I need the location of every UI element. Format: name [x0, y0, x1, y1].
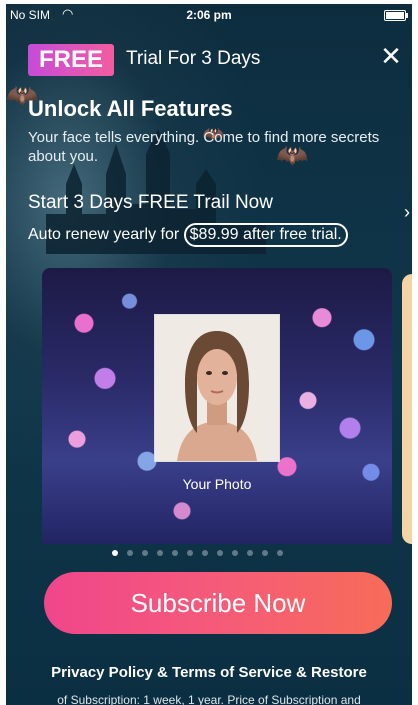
- policy-links[interactable]: Privacy Policy & Terms of Service & Rest…: [6, 664, 412, 681]
- page-dot[interactable]: [127, 550, 133, 556]
- trial-duration-text: Trial For 3 Days: [126, 48, 261, 69]
- close-button[interactable]: ✕: [378, 41, 404, 71]
- subscribe-button[interactable]: Subscribe Now: [44, 572, 392, 634]
- sample-photo: [154, 314, 280, 462]
- page-dot[interactable]: [112, 550, 118, 556]
- renew-text: Auto renew yearly for $89.99 after free …: [28, 223, 348, 247]
- status-bar: No SIM ◠ 2:06 pm: [6, 4, 412, 26]
- page-dot[interactable]: [262, 550, 268, 556]
- page-dot[interactable]: [232, 550, 238, 556]
- status-time: 2:06 pm: [186, 8, 232, 22]
- page-dot[interactable]: [247, 550, 253, 556]
- page-dot[interactable]: [202, 550, 208, 556]
- renew-prefix: Auto renew yearly for: [28, 226, 180, 243]
- headline: Unlock All Features: [28, 96, 233, 121]
- portrait-image: [155, 315, 279, 461]
- page-dot[interactable]: [217, 550, 223, 556]
- page-dot[interactable]: [187, 550, 193, 556]
- page-dot[interactable]: [277, 550, 283, 556]
- renew-price: $89.99 after free trial.: [183, 223, 348, 247]
- page-dot[interactable]: [172, 550, 178, 556]
- page-dot[interactable]: [142, 550, 148, 556]
- arrow-right-icon: ›: [404, 202, 410, 222]
- page-dot[interactable]: [157, 550, 163, 556]
- page-indicator: [112, 550, 283, 556]
- photo-label: Your Photo: [182, 476, 252, 492]
- subscription-fineprint: of Subscription: 1 week, 1 year. Price o…: [57, 693, 361, 705]
- battery-icon: [384, 10, 408, 21]
- trial-cta-text: Start 3 Days FREE Trail Now: [28, 192, 273, 213]
- feature-carousel[interactable]: Your Photo: [42, 268, 392, 544]
- close-icon: ✕: [380, 41, 402, 71]
- subtitle: Your face tells everything. Come to find…: [28, 129, 380, 165]
- next-carousel-card[interactable]: [402, 274, 412, 544]
- free-badge: FREE: [28, 44, 114, 76]
- paywall-screen: 🦇 🦇 🦇 No SIM ◠ 2:06 pm FREE Trial For 3 …: [6, 4, 412, 705]
